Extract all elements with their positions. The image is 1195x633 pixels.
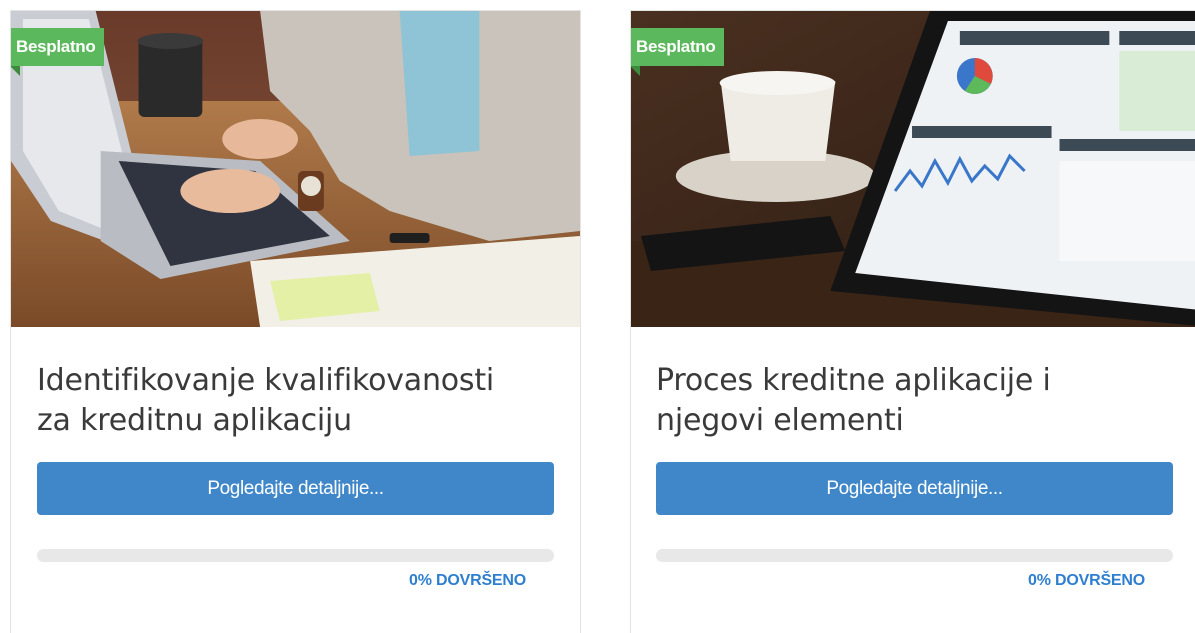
course-title-line: Proces kreditne aplikacije i bbox=[656, 363, 1051, 398]
course-card: Besplatno Identifikovanje kvalifikovanos… bbox=[10, 10, 581, 633]
course-title[interactable]: Identifikovanje kvalifikovanosti za kred… bbox=[37, 361, 554, 441]
course-thumbnail-laptop[interactable]: Besplatno bbox=[11, 11, 580, 327]
progress-label: 0% DOVRŠENO bbox=[409, 572, 526, 589]
view-details-button[interactable]: Pogledajte detaljnije... bbox=[37, 462, 554, 515]
course-card: Besplatno Proces kreditne aplikacije i n… bbox=[630, 10, 1195, 633]
view-details-button[interactable]: Pogledajte detaljnije... bbox=[656, 462, 1173, 515]
progress-label: 0% DOVRŠENO bbox=[1028, 572, 1145, 589]
progress-bar bbox=[656, 549, 1173, 562]
course-grid: Besplatno Identifikovanje kvalifikovanos… bbox=[0, 0, 1195, 633]
free-badge: Besplatno bbox=[631, 28, 725, 76]
course-title-line: njegovi elementi bbox=[656, 403, 904, 438]
course-title-line: Identifikovanje kvalifikovanosti bbox=[37, 363, 495, 398]
progress-bar bbox=[37, 549, 554, 562]
course-title-line: za kreditnu aplikaciju bbox=[37, 403, 352, 438]
course-title[interactable]: Proces kreditne aplikacije i njegovi ele… bbox=[656, 361, 1173, 441]
free-badge: Besplatno bbox=[11, 28, 105, 76]
course-thumbnail-tablet[interactable]: Besplatno bbox=[631, 11, 1195, 327]
